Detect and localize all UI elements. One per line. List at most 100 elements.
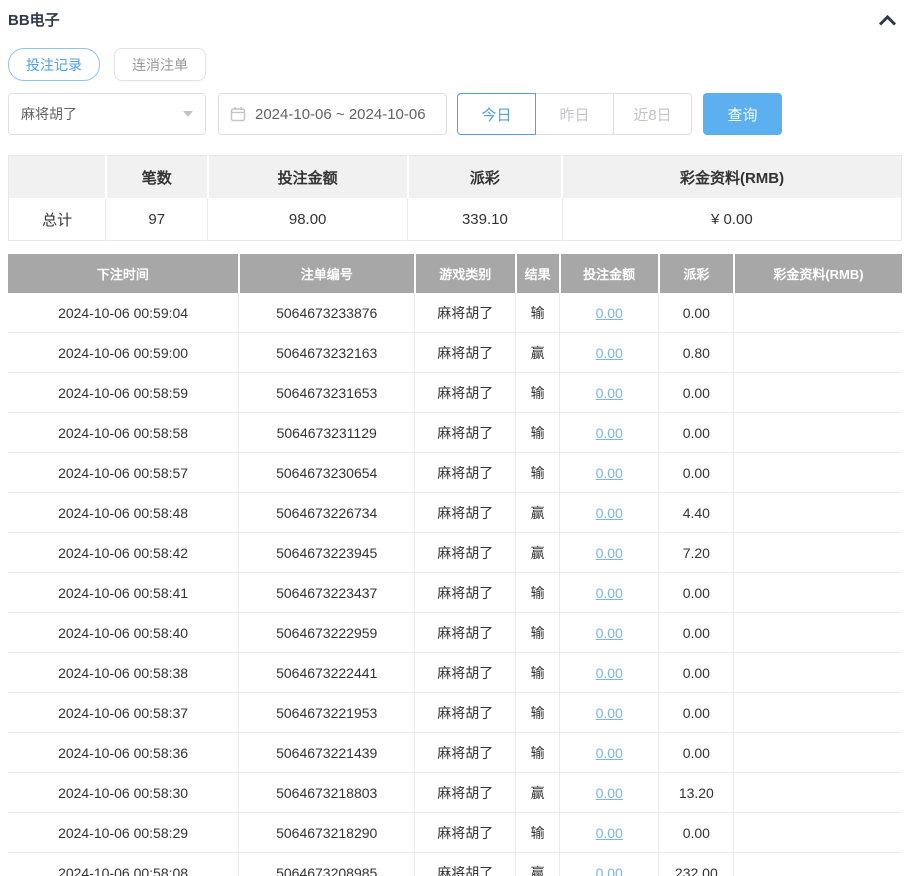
record-cell: 2024-10-06 00:58:08 [8, 853, 239, 876]
bet-amount-link[interactable]: 0.00 [596, 585, 623, 601]
record-cell [734, 653, 902, 693]
records-header-cell: 投注金额 [560, 254, 659, 293]
bet-amount-link[interactable]: 0.00 [596, 785, 623, 801]
record-cell: 麻将胡了 [415, 293, 516, 333]
summary-header-cell: 彩金资料(RMB) [562, 156, 901, 199]
record-cell: 麻将胡了 [415, 813, 516, 853]
tab-bet-records[interactable]: 投注记录 [8, 48, 100, 81]
record-cell: 0.00 [659, 813, 734, 853]
record-cell: 0.00 [560, 533, 659, 573]
record-cell [734, 493, 902, 533]
record-cell: 5064673231653 [239, 373, 415, 413]
record-row: 2024-10-06 00:58:425064673223945麻将胡了赢0.0… [8, 533, 902, 573]
record-cell: 输 [516, 813, 560, 853]
record-cell [734, 773, 902, 813]
summary-header-cell: 笔数 [106, 156, 208, 199]
record-row: 2024-10-06 00:58:405064673222959麻将胡了输0.0… [8, 613, 902, 653]
record-cell: 5064673231129 [239, 413, 415, 453]
record-cell: 0.00 [560, 573, 659, 613]
summary-total-cell: ¥ 0.00 [562, 198, 901, 241]
bet-amount-link[interactable]: 0.00 [596, 625, 623, 641]
record-cell: 2024-10-06 00:59:04 [8, 293, 239, 333]
record-cell: 0.00 [659, 453, 734, 493]
bet-amount-link[interactable]: 0.00 [596, 705, 623, 721]
record-cell: 赢 [516, 853, 560, 876]
game-select[interactable]: 麻将胡了 [8, 93, 206, 135]
today-button[interactable]: 今日 [457, 93, 536, 135]
record-cell: 0.00 [659, 373, 734, 413]
record-cell: 麻将胡了 [415, 533, 516, 573]
record-cell: 输 [516, 613, 560, 653]
bet-amount-link[interactable]: 0.00 [596, 745, 623, 761]
tab-cancelled-orders[interactable]: 连消注单 [114, 48, 206, 81]
record-cell: 2024-10-06 00:59:00 [8, 333, 239, 373]
bet-amount-link[interactable]: 0.00 [596, 465, 623, 481]
record-row: 2024-10-06 00:58:485064673226734麻将胡了赢0.0… [8, 493, 902, 533]
bet-amount-link[interactable]: 0.00 [596, 425, 623, 441]
record-cell: 0.00 [560, 333, 659, 373]
game-select-value: 麻将胡了 [21, 104, 77, 124]
record-cell [734, 373, 902, 413]
record-cell: 2024-10-06 00:58:37 [8, 693, 239, 733]
record-cell: 5064673222441 [239, 653, 415, 693]
record-row: 2024-10-06 00:58:375064673221953麻将胡了输0.0… [8, 693, 902, 733]
record-cell: 4.40 [659, 493, 734, 533]
summary-total-cell: 97 [106, 198, 208, 241]
record-cell: 麻将胡了 [415, 613, 516, 653]
bet-amount-link[interactable]: 0.00 [596, 385, 623, 401]
last-8-days-button[interactable]: 近8日 [613, 93, 692, 135]
records-header-cell: 下注时间 [8, 254, 239, 293]
records-body: 2024-10-06 00:59:045064673233876麻将胡了输0.0… [8, 293, 902, 876]
record-cell: 2024-10-06 00:58:57 [8, 453, 239, 493]
chevron-down-icon [183, 111, 193, 117]
bet-amount-link[interactable]: 0.00 [596, 545, 623, 561]
summary-table: 笔数投注金额派彩彩金资料(RMB) 总计9798.00339.10¥ 0.00 [8, 155, 902, 241]
record-cell: 5064673223437 [239, 573, 415, 613]
record-cell [734, 293, 902, 333]
yesterday-button[interactable]: 昨日 [535, 93, 614, 135]
summary-header-row: 笔数投注金额派彩彩金资料(RMB) [9, 156, 902, 199]
records-header-cell: 派彩 [659, 254, 734, 293]
record-cell: 13.20 [659, 773, 734, 813]
record-row: 2024-10-06 00:58:385064673222441麻将胡了输0.0… [8, 653, 902, 693]
record-cell: 0.00 [560, 453, 659, 493]
records-header-cell: 游戏类别 [415, 254, 516, 293]
record-row: 2024-10-06 00:58:415064673223437麻将胡了输0.0… [8, 573, 902, 613]
record-cell: 输 [516, 453, 560, 493]
record-cell [734, 333, 902, 373]
records-header-cell: 结果 [516, 254, 560, 293]
record-cell [734, 533, 902, 573]
record-cell: 2024-10-06 00:58:38 [8, 653, 239, 693]
summary-total-cell: 98.00 [208, 198, 408, 241]
bet-amount-link[interactable]: 0.00 [596, 865, 623, 876]
record-cell: 0.00 [659, 413, 734, 453]
summary-total-row: 总计9798.00339.10¥ 0.00 [9, 198, 902, 241]
bet-amount-link[interactable]: 0.00 [596, 665, 623, 681]
record-cell: 2024-10-06 00:58:58 [8, 413, 239, 453]
bet-amount-link[interactable]: 0.00 [596, 345, 623, 361]
record-row: 2024-10-06 00:58:305064673218803麻将胡了赢0.0… [8, 773, 902, 813]
record-cell [734, 733, 902, 773]
bet-amount-link[interactable]: 0.00 [596, 825, 623, 841]
record-cell: 5064673232163 [239, 333, 415, 373]
collapse-panel-button[interactable] [873, 11, 902, 29]
page: BB电子 投注记录 连消注单 麻将胡了 2024-10-06 ~ 2024-10… [0, 0, 910, 876]
record-cell: 2024-10-06 00:58:29 [8, 813, 239, 853]
record-cell: 0.00 [659, 613, 734, 653]
quick-date-buttons: 今日 昨日 近8日 [457, 93, 692, 135]
query-button[interactable]: 查询 [703, 93, 782, 135]
date-range-picker[interactable]: 2024-10-06 ~ 2024-10-06 [218, 93, 447, 135]
record-cell [734, 813, 902, 853]
date-range-value: 2024-10-06 ~ 2024-10-06 [255, 106, 426, 123]
page-title: BB电子 [8, 9, 60, 30]
bet-amount-link[interactable]: 0.00 [596, 505, 623, 521]
record-cell: 输 [516, 733, 560, 773]
record-cell: 麻将胡了 [415, 493, 516, 533]
record-cell: 2024-10-06 00:58:40 [8, 613, 239, 653]
record-cell: 0.00 [560, 853, 659, 876]
record-row: 2024-10-06 00:59:005064673232163麻将胡了赢0.0… [8, 333, 902, 373]
record-cell: 5064673223945 [239, 533, 415, 573]
record-cell [734, 573, 902, 613]
record-cell [734, 853, 902, 876]
bet-amount-link[interactable]: 0.00 [596, 305, 623, 321]
